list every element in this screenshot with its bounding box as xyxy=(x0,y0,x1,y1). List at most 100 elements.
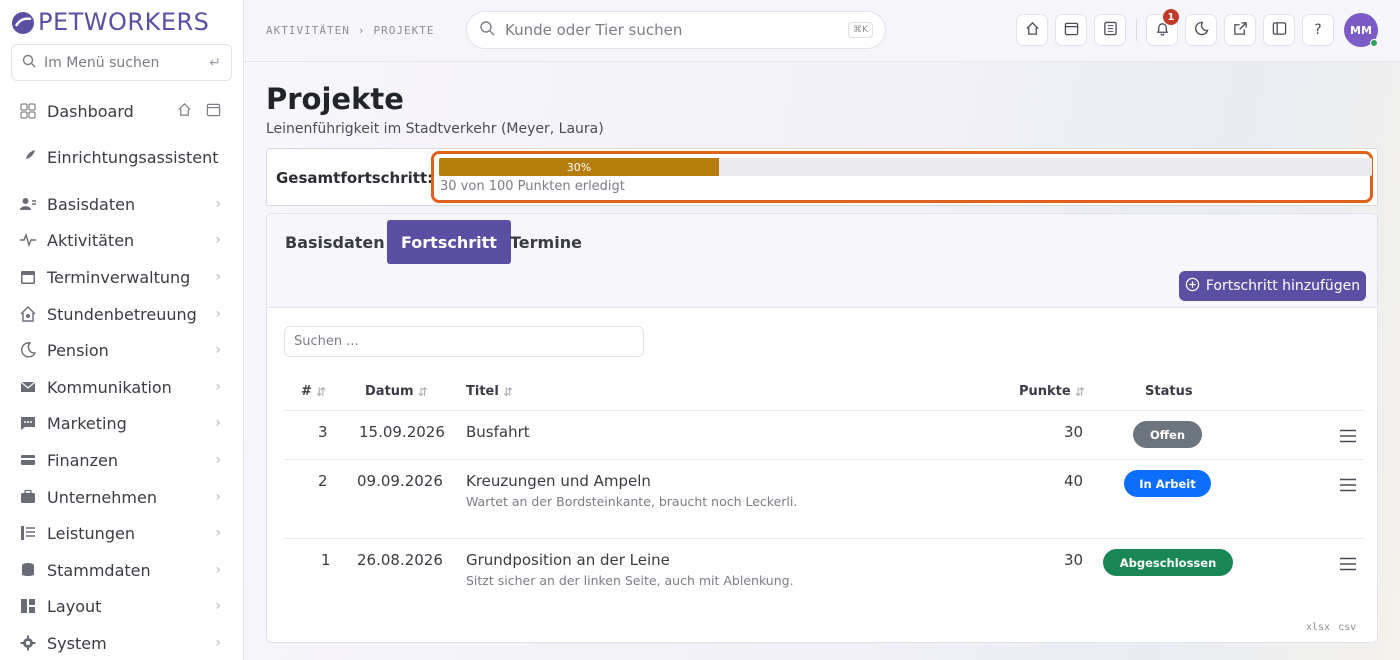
sidebar-item-kommunikation[interactable]: Kommunikation › xyxy=(0,370,243,404)
sidebar-item-label: System xyxy=(47,633,107,653)
table-search-input[interactable]: Suchen ... xyxy=(284,326,644,357)
sidebar-item-label: Stammdaten xyxy=(47,560,151,580)
breadcrumb-aktivitaeten[interactable]: AKTIVITÄTEN xyxy=(266,24,350,37)
hamburger-icon xyxy=(1339,428,1357,447)
global-search-input[interactable]: Kunde oder Tier suchen ⌘K xyxy=(466,11,886,49)
paw-logo-icon xyxy=(12,12,34,34)
sidebar-item-system[interactable]: System › xyxy=(0,626,243,660)
sidebar-item-dashboard[interactable]: Dashboard xyxy=(0,94,243,128)
row-title: Grundposition an der Leine xyxy=(466,551,670,569)
briefcase-icon xyxy=(19,488,37,506)
brand-logo[interactable]: PETWORKERS xyxy=(10,6,209,38)
calendar-button[interactable] xyxy=(1055,14,1087,46)
column-header-label: Status xyxy=(1145,384,1193,399)
sidebar-item-stundenbetreuung[interactable]: Stundenbetreuung › xyxy=(0,297,243,331)
add-progress-button[interactable]: Fortschritt hinzufügen xyxy=(1179,271,1366,301)
column-header-punkte[interactable]: Punkte ⇵ xyxy=(1019,384,1085,399)
project-card: Basisdaten Fortschritt Termine Fortschri… xyxy=(266,213,1378,643)
database-icon xyxy=(19,561,37,579)
row-note: Sitzt sicher an der linken Seite, auch m… xyxy=(466,573,794,588)
user-initials: MM xyxy=(1350,23,1372,37)
sidebar-item-stammdaten[interactable]: Stammdaten › xyxy=(0,553,243,587)
table-header-divider xyxy=(284,410,1364,411)
column-header-label: Punkte xyxy=(1019,384,1071,399)
overall-progress-bar: 30% xyxy=(439,158,1372,176)
column-header-status: Status xyxy=(1145,384,1193,399)
sidebar-item-pension[interactable]: Pension › xyxy=(0,333,243,367)
tab-termine[interactable]: Termine xyxy=(496,220,596,264)
sidebar-item-layout[interactable]: Layout › xyxy=(0,589,243,623)
card-header: Basisdaten Fortschritt Termine Fortschri… xyxy=(267,214,1377,308)
sidebar-item-label: Stundenbetreuung xyxy=(47,304,197,324)
brand-name: PETWORKERS xyxy=(38,8,210,36)
sidebar-item-unternehmen[interactable]: Unternehmen › xyxy=(0,480,243,514)
envelope-icon xyxy=(19,378,37,396)
sidebar-item-label: Layout xyxy=(47,596,102,616)
overall-progress-fill: 30% xyxy=(439,158,719,176)
export-xlsx-link[interactable]: xlsx xyxy=(1306,622,1330,633)
tab-label: Fortschritt xyxy=(401,232,497,252)
sidebar-layout-icon xyxy=(1272,21,1287,40)
external-link-button[interactable] xyxy=(1224,14,1256,46)
home-icon[interactable] xyxy=(177,102,192,121)
tab-basisdaten[interactable]: Basisdaten xyxy=(271,220,399,264)
user-avatar[interactable]: MM xyxy=(1344,13,1378,47)
chevron-right-icon: › xyxy=(215,489,221,505)
sidebar-item-einrichtungsassistent[interactable]: Einrichtungsassistent xyxy=(0,140,243,174)
chevron-right-icon: › xyxy=(215,196,221,212)
home-icon xyxy=(1025,21,1040,40)
menu-search-placeholder: Im Menü suchen xyxy=(44,54,160,71)
column-header-datum[interactable]: Datum ⇵ xyxy=(365,384,428,399)
sidebar-item-leistungen[interactable]: Leistungen › xyxy=(0,516,243,550)
row-date: 09.09.2026 xyxy=(357,472,443,490)
list-icon xyxy=(19,524,37,542)
status-badge: Offen xyxy=(1133,421,1202,448)
toolbar-divider xyxy=(1136,19,1137,41)
row-menu-button[interactable] xyxy=(1339,556,1357,571)
calendar-icon[interactable] xyxy=(206,102,221,121)
help-button[interactable]: ? xyxy=(1302,14,1334,46)
sidebar-item-label: Unternehmen xyxy=(47,487,157,507)
row-points: 40 xyxy=(1064,472,1084,490)
notifications-button[interactable]: 1 xyxy=(1146,9,1179,46)
page-title: Projekte xyxy=(266,82,404,116)
notes-button[interactable] xyxy=(1094,14,1126,46)
sidebar-item-marketing[interactable]: Marketing › xyxy=(0,406,243,440)
export-links: xlsx csv xyxy=(1306,622,1356,633)
layout-icon xyxy=(19,597,37,615)
enter-icon: ↵ xyxy=(209,54,221,71)
tab-fortschritt[interactable]: Fortschritt xyxy=(387,220,511,264)
theme-toggle-button[interactable] xyxy=(1185,14,1217,46)
row-title: Busfahrt xyxy=(466,423,530,441)
sort-icon: ⇵ xyxy=(502,384,513,399)
sort-icon: ⇵ xyxy=(1074,384,1085,399)
column-header-nr[interactable]: # ⇵ xyxy=(301,384,326,399)
row-nr: 3 xyxy=(318,423,328,441)
topbar: AKTIVITÄTEN › PROJEKTE Kunde oder Tier s… xyxy=(244,0,1400,62)
export-csv-link[interactable]: csv xyxy=(1338,622,1356,633)
breadcrumb-separator: › xyxy=(357,24,366,37)
activity-icon xyxy=(19,231,37,249)
chevron-right-icon: › xyxy=(215,598,221,614)
sidebar-item-aktivitaeten[interactable]: Aktivitäten › xyxy=(0,223,243,257)
row-points: 30 xyxy=(1064,551,1084,569)
column-header-titel[interactable]: Titel ⇵ xyxy=(466,384,513,399)
sidebar-item-finanzen[interactable]: Finanzen › xyxy=(0,443,243,477)
menu-search-input[interactable]: Im Menü suchen ↵ xyxy=(11,44,232,81)
table-search-placeholder: Suchen ... xyxy=(294,334,359,349)
status-badge: Abgeschlossen xyxy=(1103,549,1233,576)
row-menu-button[interactable] xyxy=(1339,428,1357,443)
chevron-right-icon: › xyxy=(215,415,221,431)
sidebar-item-basisdaten[interactable]: Basisdaten › xyxy=(0,187,243,221)
overall-progress-label: Gesamtfortschritt: xyxy=(276,169,434,187)
sidebar-item-terminverwaltung[interactable]: Terminverwaltung › xyxy=(0,260,243,294)
status-badge: In Arbeit xyxy=(1124,470,1211,497)
row-nr: 2 xyxy=(318,472,328,490)
users-icon xyxy=(19,195,37,213)
row-menu-button[interactable] xyxy=(1339,477,1357,492)
toggle-sidebar-button[interactable] xyxy=(1263,14,1295,46)
row-date: 26.08.2026 xyxy=(357,551,443,569)
sidebar-item-label: Aktivitäten xyxy=(47,230,135,250)
home-button[interactable] xyxy=(1016,14,1048,46)
sidebar-item-label: Terminverwaltung xyxy=(47,267,191,287)
